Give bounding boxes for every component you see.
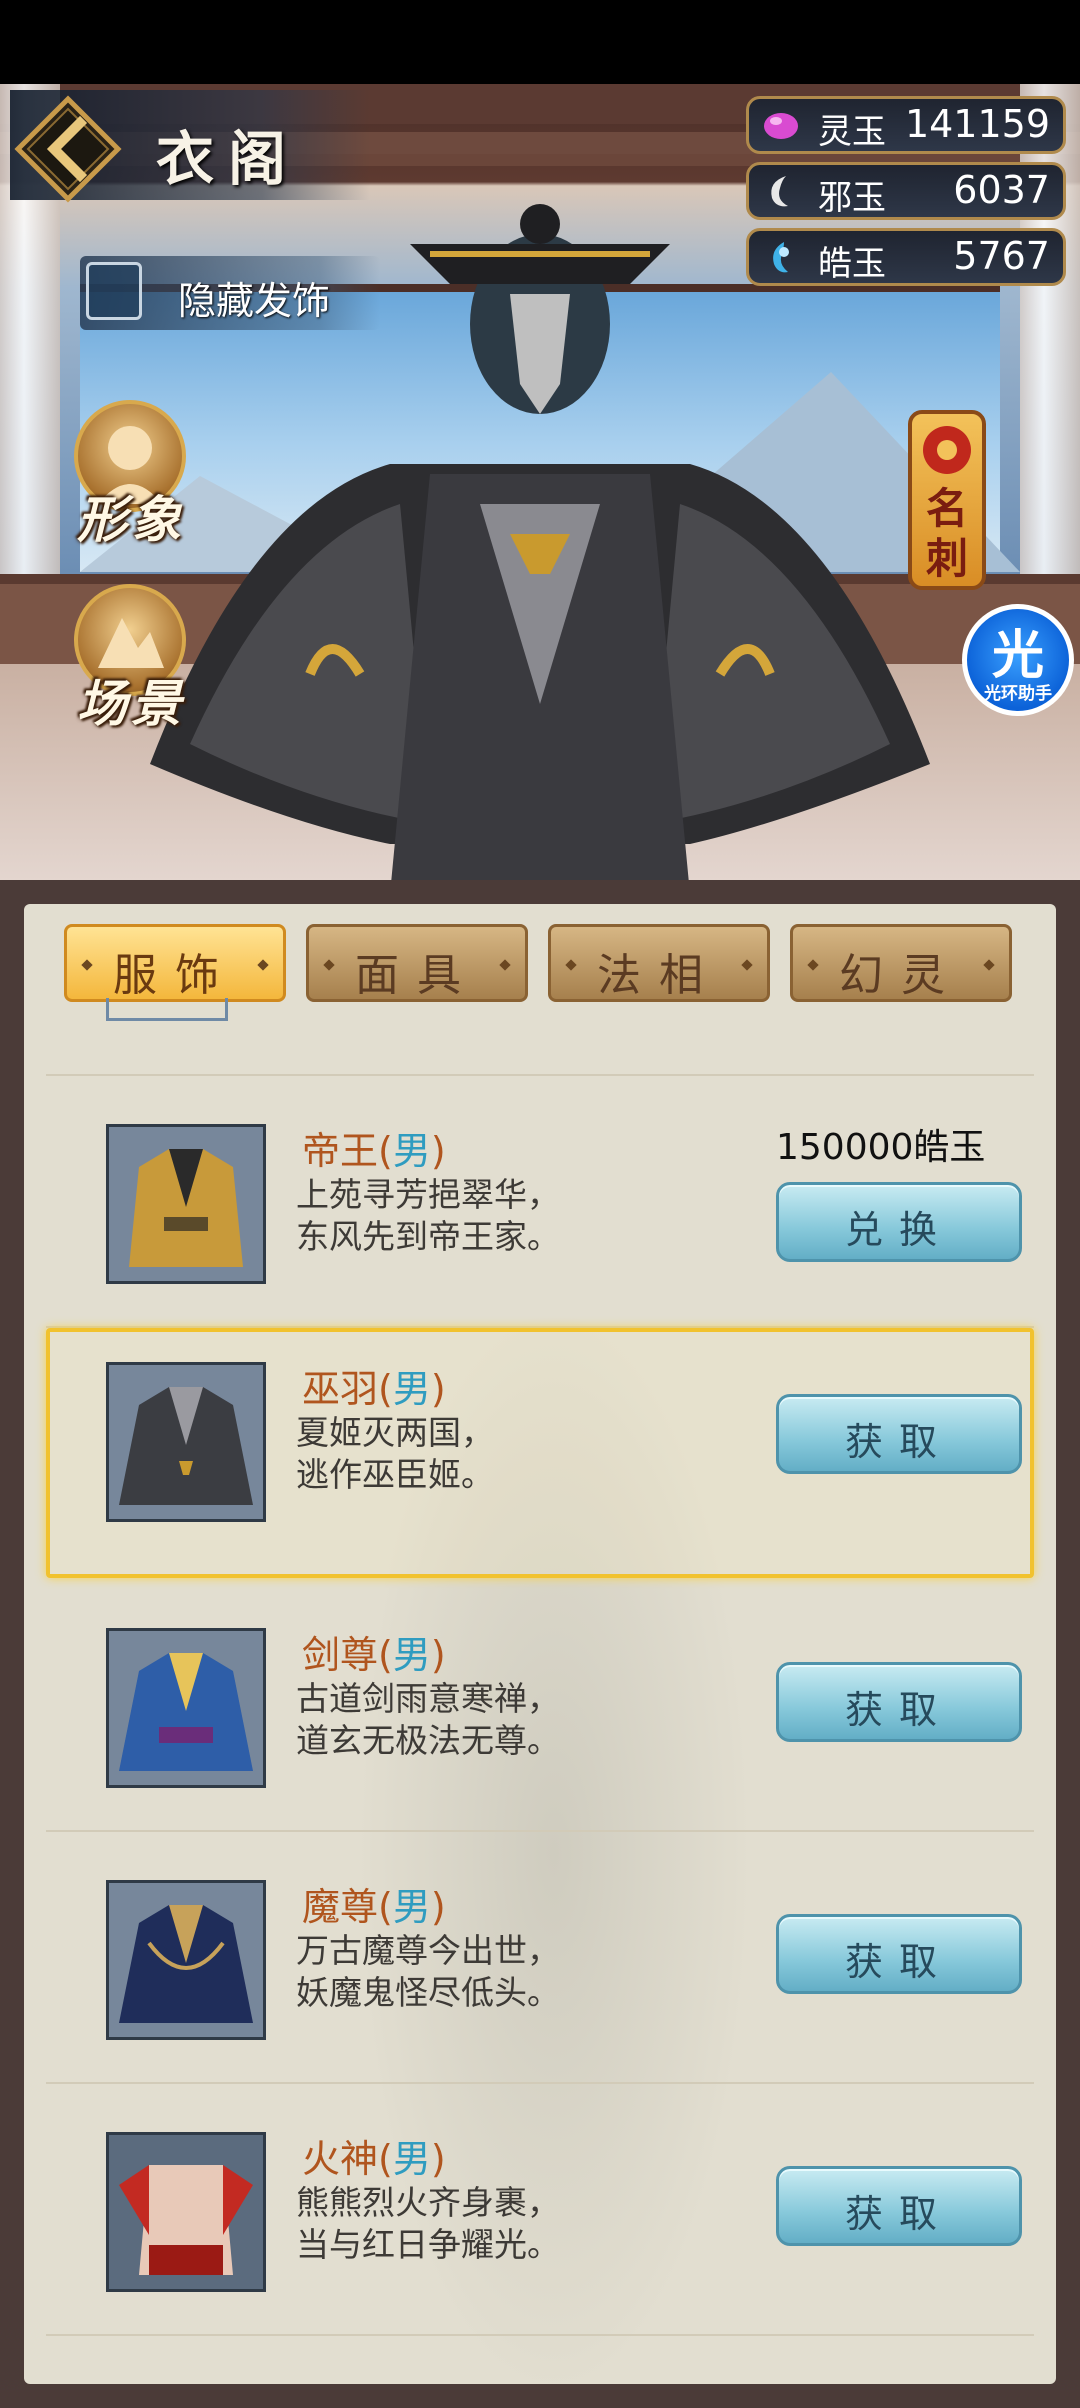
button-label: 获取 [844, 1688, 953, 1732]
list-item[interactable]: 帝王(男) 上苑寻芳挹翠华， 东风先到帝王家。 150000皓玉 兑换 [46, 1076, 1034, 1328]
hide-hair-accessory-toggle[interactable]: 隐藏发饰 [80, 256, 380, 330]
scene-button[interactable]: 场景 [56, 584, 206, 754]
tab-label: 面具 [355, 950, 479, 1001]
currency-spirit-jade: 灵玉 141159 [746, 96, 1066, 154]
back-arrow-icon [14, 95, 122, 203]
list-item-partial [46, 998, 1034, 1076]
obtain-button[interactable]: 获取 [776, 2166, 1022, 2246]
back-button[interactable] [14, 95, 122, 203]
currency-bright-jade: 皓玉 5767 [746, 228, 1066, 286]
name-card-icon [923, 426, 971, 474]
tab-costume[interactable]: 服饰 [64, 924, 286, 1002]
costume-thumbnail [106, 2132, 266, 2292]
hide-hair-checkbox[interactable] [86, 262, 142, 320]
name-card-button[interactable]: 名刺 [908, 410, 986, 590]
spirit-jade-icon [764, 113, 798, 139]
status-bar [0, 0, 1080, 84]
costume-description: 万古魔尊今出世， 妖魔鬼怪尽低头。 [296, 1931, 560, 2012]
costume-name: 巫羽(男) [302, 1367, 446, 1411]
button-label: 获取 [844, 1420, 953, 1464]
costume-name: 魔尊(男) [302, 1885, 446, 1929]
costume-thumbnail [106, 998, 228, 1021]
button-label: 获取 [844, 2192, 953, 2236]
costume-thumbnail [106, 1362, 266, 1522]
obtain-button[interactable]: 获取 [776, 1662, 1022, 1742]
currency-name: 灵玉 [818, 112, 886, 152]
halo-icon: 光 [991, 626, 1044, 686]
costume-description: 上苑寻芳挹翠华， 东风先到帝王家。 [296, 1175, 560, 1256]
currency-value: 6037 [953, 168, 1050, 212]
currency-value: 5767 [953, 234, 1050, 278]
currency-name: 皓玉 [818, 244, 886, 284]
currency-value: 141159 [904, 102, 1050, 146]
appearance-label: 形象 [77, 490, 185, 549]
currency-name: 邪玉 [818, 178, 886, 218]
tab-label: 服饰 [113, 950, 237, 1001]
name-card-label: 名刺 [925, 484, 968, 583]
list-item-selected[interactable]: 巫羽(男) 夏姬灭两国， 逃作巫臣姬。 获取 [46, 1328, 1034, 1578]
tab-phantom-spirit[interactable]: 幻灵 [790, 924, 1012, 1002]
costume-name: 剑尊(男) [302, 1633, 446, 1677]
page-title: 衣阁 [156, 125, 301, 193]
currency-evil-jade: 邪玉 6037 [746, 162, 1066, 220]
halo-assistant-button[interactable]: 光 光环助手 [962, 604, 1074, 716]
bright-jade-icon [773, 242, 789, 273]
tab-dharma-form[interactable]: 法相 [548, 924, 770, 1002]
tab-label: 法相 [597, 950, 721, 1001]
costume-thumbnail [106, 1124, 266, 1284]
evil-jade-icon [771, 176, 788, 207]
obtain-button[interactable]: 获取 [776, 1914, 1022, 1994]
list-item[interactable]: 火神(男) 熊熊烈火齐身裹， 当与红日争耀光。 获取 [46, 2084, 1034, 2336]
costume-description: 古道剑雨意寒禅， 道玄无极法无尊。 [296, 1679, 560, 1760]
halo-assistant-label: 光环助手 [984, 684, 1052, 704]
button-label: 获取 [844, 1940, 953, 1984]
button-label: 兑换 [844, 1208, 953, 1252]
costume-panel: 服饰 面具 法相 幻灵 帝王(男) 上苑寻芳挹翠华， 东风先到帝王家。 1500… [24, 904, 1056, 2384]
tab-label: 幻灵 [839, 950, 963, 1001]
list-item[interactable]: 剑尊(男) 古道剑雨意寒禅， 道玄无极法无尊。 获取 [46, 1580, 1034, 1832]
exchange-button[interactable]: 兑换 [776, 1182, 1022, 1262]
costume-name: 帝王(男) [302, 1129, 446, 1173]
costume-description: 夏姬灭两国， 逃作巫臣姬。 [296, 1413, 494, 1494]
tab-mask[interactable]: 面具 [306, 924, 528, 1002]
list-item[interactable]: 魔尊(男) 万古魔尊今出世， 妖魔鬼怪尽低头。 获取 [46, 1832, 1034, 2084]
hide-hair-label: 隐藏发饰 [178, 279, 331, 323]
costume-thumbnail [106, 1880, 266, 2040]
obtain-button[interactable]: 获取 [776, 1394, 1022, 1474]
costume-price: 150000皓玉 [776, 1127, 986, 1168]
category-tabs: 服饰 面具 法相 幻灵 [64, 924, 1044, 1004]
costume-list[interactable]: 帝王(男) 上苑寻芳挹翠华， 东风先到帝王家。 150000皓玉 兑换 巫羽(男… [46, 998, 1034, 2384]
appearance-button[interactable]: 形象 [56, 400, 206, 570]
costume-thumbnail [106, 1628, 266, 1788]
scene-label: 场景 [77, 674, 185, 733]
costume-description: 熊熊烈火齐身裹， 当与红日争耀光。 [296, 2183, 560, 2264]
costume-name: 火神(男) [302, 2137, 446, 2181]
